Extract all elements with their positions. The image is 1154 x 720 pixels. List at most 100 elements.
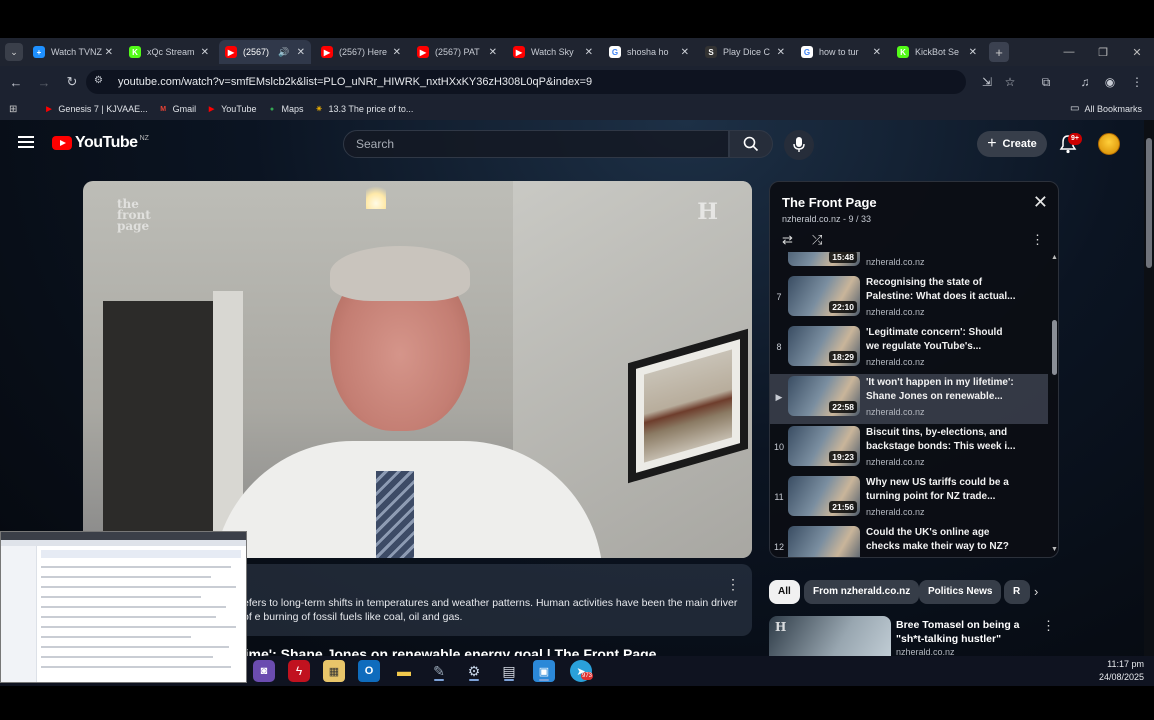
- media-control-icon[interactable]: ♫: [1074, 70, 1096, 94]
- lightning-app-icon[interactable]: ϟ: [288, 660, 310, 682]
- playlist-item[interactable]: 7 22:10 Recognising the state of Palestine…: [770, 274, 1048, 324]
- taskbar-app-blue-icon[interactable]: ▣: [533, 660, 555, 682]
- playlist-item-thumbnail[interactable]: 15:48: [788, 252, 860, 266]
- playlist-item-thumbnail[interactable]: [788, 526, 860, 557]
- youtube-logo[interactable]: YouTube NZ: [52, 134, 149, 152]
- playlist-item-thumbnail[interactable]: 21:56: [788, 476, 860, 516]
- search-input[interactable]: Search: [343, 130, 729, 158]
- chevron-right-icon[interactable]: ›: [1034, 584, 1038, 599]
- new-tab-button[interactable]: +: [989, 42, 1009, 62]
- loop-icon[interactable]: ⇄: [782, 232, 793, 248]
- minimize-button[interactable]: —: [1052, 38, 1086, 66]
- page-scroll-thumb[interactable]: [1146, 138, 1152, 268]
- shuffle-icon[interactable]: ⤮: [812, 232, 822, 248]
- more-actions-icon[interactable]: ⋮: [726, 576, 740, 593]
- browser-tab[interactable]: ▶ (2567) Here ✕: [315, 40, 407, 64]
- chip-from-nzherald[interactable]: From nzherald.co.nz: [804, 580, 920, 604]
- bookmark-item[interactable]: ▶ Genesis 7 | KJVAAE...: [43, 104, 147, 115]
- maximize-button[interactable]: ❐: [1086, 38, 1120, 66]
- telegram-icon[interactable]: ➤ 973: [570, 660, 594, 682]
- duration-badge: 15:48: [829, 252, 857, 263]
- bookmark-star-icon[interactable]: ☆: [999, 70, 1021, 94]
- tab-search-button[interactable]: ⌄: [5, 43, 23, 61]
- playlist-item[interactable]: 12 Could the UK's online age checks make …: [770, 524, 1048, 557]
- playlist-item[interactable]: 615:48limbo: What are your rights...nzhe…: [770, 252, 1048, 274]
- all-bookmarks-button[interactable]: ▭ All Bookmarks: [1070, 103, 1142, 114]
- playlist-item-thumbnail[interactable]: 19:23: [788, 426, 860, 466]
- playlist-item[interactable]: 8 18:29 'Legitimate concern': Should we re…: [770, 324, 1048, 374]
- playlist-item-thumbnail[interactable]: 18:29: [788, 326, 860, 366]
- browser-tab[interactable]: Ghow to tur ✕: [795, 40, 887, 64]
- tab-close-icon[interactable]: ✕: [969, 47, 977, 58]
- bookmark-item[interactable]: ▶ YouTube: [206, 104, 257, 115]
- playlist-item[interactable]: 10 19:23 Biscuit tins, by-elections, and b…: [770, 424, 1048, 474]
- playlist-item[interactable]: ▶ 22:58 'It won't happen in my lifetime': …: [770, 374, 1048, 424]
- voice-search-button[interactable]: [784, 130, 814, 160]
- recommended-thumbnail[interactable]: H: [769, 616, 891, 656]
- browser-tab[interactable]: Gshosha ho ✕: [603, 40, 695, 64]
- tab-close-icon[interactable]: ✕: [297, 47, 305, 58]
- browser-tab[interactable]: + Watch TVNZ ✕: [27, 40, 119, 64]
- recommended-more-icon[interactable]: ⋮: [1042, 618, 1055, 634]
- system-clock[interactable]: 11:17 pm 24/08/2025: [1099, 658, 1144, 684]
- page-scrollbar[interactable]: [1144, 120, 1154, 656]
- chip-all[interactable]: All: [769, 580, 800, 604]
- hamburger-menu-icon[interactable]: [18, 136, 34, 148]
- profile-icon[interactable]: ◉: [1099, 70, 1121, 94]
- bookmark-item[interactable]: ● Maps: [267, 104, 304, 115]
- account-avatar[interactable]: [1098, 133, 1120, 155]
- tab-close-icon[interactable]: ✕: [777, 47, 785, 58]
- tab-close-icon[interactable]: ✕: [489, 47, 497, 58]
- file-explorer-icon[interactable]: ▬: [393, 660, 415, 682]
- calendar-app-icon[interactable]: ▦: [323, 660, 345, 682]
- tab-close-icon[interactable]: ✕: [393, 47, 401, 58]
- browser-tab[interactable]: S Play Dice C ✕: [699, 40, 791, 64]
- pen-tool-icon[interactable]: ✎: [428, 660, 450, 682]
- reload-button[interactable]: ↻: [60, 70, 84, 94]
- playlist-scroll-thumb[interactable]: [1052, 320, 1057, 375]
- site-info-icon[interactable]: ⚙: [94, 75, 108, 89]
- scroll-up-icon[interactable]: ▲: [1051, 254, 1058, 261]
- browser-tab[interactable]: ▶ Watch Sky ✕: [507, 40, 599, 64]
- playlist-scrollbar[interactable]: ▲ ▼: [1051, 252, 1058, 557]
- browser-tab[interactable]: ▶ (2567) 🔊 ✕: [219, 40, 311, 64]
- recommended-video[interactable]: H Bree Tomasel on being a "sh*t-talking …: [769, 616, 1059, 656]
- app-purple-icon[interactable]: ◙: [253, 660, 275, 682]
- browser-tab[interactable]: K KickBot Se ✕: [891, 40, 983, 64]
- apps-grid-icon[interactable]: ⊞: [9, 104, 17, 115]
- back-button[interactable]: ←: [4, 70, 28, 94]
- browser-menu-icon[interactable]: ⋮: [1126, 70, 1148, 94]
- search-button[interactable]: [729, 130, 773, 158]
- scroll-down-icon[interactable]: ▼: [1051, 546, 1058, 553]
- screenshot-preview-thumbnail[interactable]: [0, 531, 247, 683]
- playlist-title[interactable]: The Front Page: [782, 195, 877, 210]
- tab-close-icon[interactable]: ✕: [873, 47, 881, 58]
- tab-audio-icon[interactable]: 🔊: [278, 47, 289, 58]
- tab-close-icon[interactable]: ✕: [105, 47, 113, 58]
- bookmark-item[interactable]: ✳ 13.3 The price of to...: [314, 104, 413, 115]
- tab-close-icon[interactable]: ✕: [201, 47, 209, 58]
- video-player[interactable]: the front page H: [83, 181, 752, 558]
- playlist-item-thumbnail[interactable]: 22:10: [788, 276, 860, 316]
- notepad-icon[interactable]: ▤: [498, 660, 520, 682]
- bookmark-item[interactable]: M Gmail: [158, 104, 196, 115]
- browser-tab[interactable]: KxQc Stream ✕: [123, 40, 215, 64]
- playlist-item-thumbnail[interactable]: 22:58: [788, 376, 860, 416]
- outlook-icon[interactable]: O: [358, 660, 380, 682]
- playlist-item[interactable]: 11 21:56 Why new US tariffs could be a tur…: [770, 474, 1048, 524]
- address-bar[interactable]: ⚙ youtube.com/watch?v=smfEMslcb2k&list=P…: [86, 70, 966, 94]
- playlist-item-title: 'It won't happen in my lifetime': Shane …: [866, 377, 1014, 402]
- chip-partial[interactable]: R: [1004, 580, 1030, 604]
- forward-button[interactable]: →: [32, 70, 56, 94]
- chip-politics-news[interactable]: Politics News: [919, 580, 1002, 604]
- tab-close-icon[interactable]: ✕: [585, 47, 593, 58]
- browser-tab[interactable]: ▶ (2567) PAT ✕: [411, 40, 503, 64]
- install-app-icon[interactable]: ⇲: [976, 70, 998, 94]
- playlist-more-icon[interactable]: ⋮: [1031, 232, 1044, 248]
- close-window-button[interactable]: ✕: [1120, 38, 1154, 66]
- steam-icon[interactable]: ⚙: [463, 660, 485, 682]
- tab-close-icon[interactable]: ✕: [681, 47, 689, 58]
- close-playlist-icon[interactable]: ✕: [1033, 192, 1048, 213]
- extensions-icon[interactable]: ⧉: [1035, 70, 1057, 94]
- create-button[interactable]: + Create: [977, 131, 1047, 157]
